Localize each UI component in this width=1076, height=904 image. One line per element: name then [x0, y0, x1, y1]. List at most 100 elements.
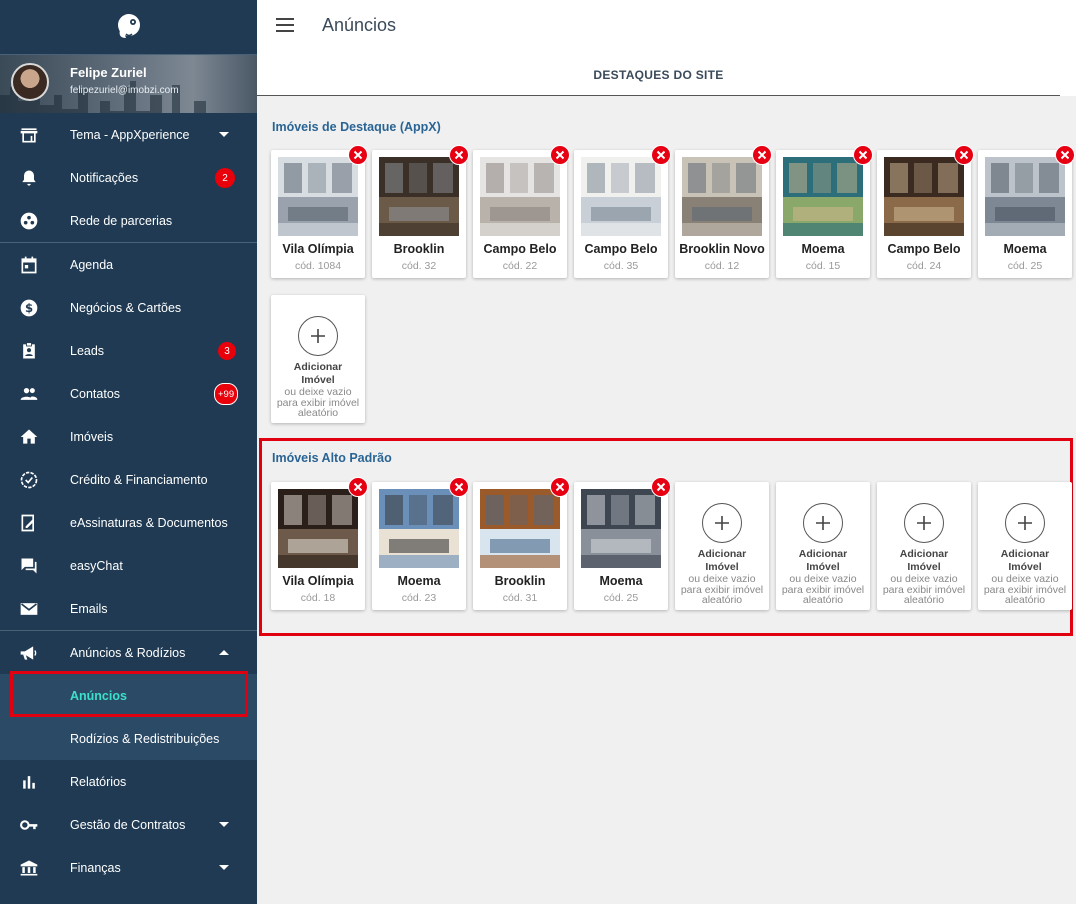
property-card[interactable]: Vila Olímpia cód. 18 [271, 477, 368, 610]
property-card[interactable]: Campo Belo cód. 22 [473, 145, 570, 278]
sidebar-item-leads[interactable]: Leads 3 [0, 329, 257, 372]
sidebar-item-label: Imóveis [70, 429, 114, 444]
property-code: cód. 25 [603, 592, 639, 604]
remove-icon[interactable] [550, 477, 570, 497]
property-card[interactable]: Moema cód. 25 [574, 477, 671, 610]
sidebar-item-label: easyChat [70, 558, 123, 573]
property-code: cód. 23 [401, 592, 437, 604]
chevron-up-icon[interactable] [219, 650, 229, 655]
sidebar-item-easychat[interactable]: easyChat [0, 544, 257, 587]
sidebar-item-label: Finanças [70, 860, 121, 875]
property-photo [480, 157, 560, 236]
sidebar-item-negocios[interactable]: $ Negócios & Cartões [0, 286, 257, 329]
remove-icon[interactable] [449, 145, 469, 165]
property-card[interactable]: Moema cód. 25 [978, 145, 1075, 278]
remove-icon[interactable] [449, 477, 469, 497]
property-name: Vila Olímpia [282, 574, 354, 588]
property-card[interactable]: Vila Olímpia cód. 1084 [271, 145, 368, 278]
logo[interactable] [0, 0, 257, 54]
sidebar-item-notificacoes[interactable]: Notificações 2 [0, 156, 257, 199]
sidebar-subitem-anuncios[interactable]: Anúncios [0, 674, 257, 717]
bank-icon [20, 860, 38, 876]
mail-icon [20, 603, 38, 615]
sidebar-item-label: Tema - AppXperience [70, 127, 190, 142]
add-property-label: Adicionar Imóvel [899, 548, 949, 573]
plus-icon[interactable] [702, 503, 742, 543]
add-property-label: Adicionar Imóvel [798, 548, 848, 573]
property-card[interactable]: Brooklin cód. 31 [473, 477, 570, 610]
property-photo [581, 157, 661, 236]
sidebar-item-rede-parcerias[interactable]: Rede de parcerias [0, 199, 257, 242]
property-name: Moema [599, 574, 643, 588]
avatar[interactable] [11, 63, 49, 101]
property-card[interactable]: Campo Belo cód. 35 [574, 145, 671, 278]
chevron-down-icon[interactable] [219, 822, 229, 827]
sidebar-item-partial[interactable] [0, 889, 257, 904]
property-name: Moema [397, 574, 441, 588]
tab-destaques[interactable]: DESTAQUES DO SITE [257, 68, 1060, 82]
hamburger-menu-icon[interactable] [275, 16, 295, 34]
add-property-hint: ou deixe vazio para exibir imóvel aleató… [882, 573, 966, 606]
sidebar-item-credito[interactable]: Crédito & Financiamento [0, 458, 257, 501]
add-property-card[interactable]: Adicionar Imóvel ou deixe vazio para exib… [776, 482, 870, 610]
remove-icon[interactable] [954, 145, 974, 165]
remove-icon[interactable] [550, 145, 570, 165]
section-title: Imóveis de Destaque (AppX) [272, 120, 441, 134]
add-property-card[interactable]: Adicionar Imóvel ou deixe vazio para exib… [675, 482, 769, 610]
sidebar-subitem-rodizios[interactable]: Rodízios & Redistribuições [0, 717, 257, 760]
remove-icon[interactable] [1055, 145, 1075, 165]
property-name: Campo Belo [584, 242, 658, 256]
property-name: Brooklin Novo [679, 242, 765, 256]
sidebar-item-agenda[interactable]: Agenda [0, 243, 257, 286]
sidebar-item-label: eAssinaturas & Documentos [70, 515, 228, 530]
sidebar-item-financas[interactable]: Finanças [0, 846, 257, 889]
sidebar-item-emails[interactable]: Emails [0, 587, 257, 630]
property-card[interactable]: Brooklin cód. 32 [372, 145, 469, 278]
remove-icon[interactable] [651, 477, 671, 497]
property-photo [379, 157, 459, 236]
add-property-hint: ou deixe vazio para exibir imóvel aleató… [781, 573, 865, 606]
sidebar-item-eassinaturas[interactable]: eAssinaturas & Documentos [0, 501, 257, 544]
add-property-card[interactable]: Adicionar Imóvel ou deixe vazio para exib… [978, 482, 1072, 610]
remove-icon[interactable] [853, 145, 873, 165]
property-name: Vila Olímpia [282, 242, 354, 256]
plus-icon[interactable] [904, 503, 944, 543]
main-content: Anúncios DESTAQUES DO SITE Imóveis de De… [257, 0, 1076, 904]
remove-icon[interactable] [348, 145, 368, 165]
plus-icon[interactable] [803, 503, 843, 543]
sidebar-subitem-label: Rodízios & Redistribuições [70, 731, 220, 746]
remove-icon[interactable] [348, 477, 368, 497]
sidebar-subitem-label: Anúncios [70, 688, 127, 703]
chevron-down-icon[interactable] [219, 865, 229, 870]
remove-icon[interactable] [651, 145, 671, 165]
sidebar-item-tema[interactable]: Tema - AppXperience [0, 113, 257, 156]
add-property-hint: ou deixe vazio para exibir imóvel aleató… [983, 573, 1067, 606]
people-icon [20, 388, 38, 400]
sidebar-item-imoveis[interactable]: Imóveis [0, 415, 257, 458]
store-icon [20, 128, 38, 143]
chevron-down-icon[interactable] [219, 132, 229, 137]
sidebar-item-label: Crédito & Financiamento [70, 472, 208, 487]
svg-text:$: $ [25, 301, 33, 315]
sidebar-item-contratos[interactable]: Gestão de Contratos [0, 803, 257, 846]
user-profile[interactable]: Felipe Zuriel felipezuriel@imobzi.com [0, 55, 257, 113]
sidebar-item-anuncios-rodizios[interactable]: Anúncios & Rodízios [0, 631, 257, 674]
property-card[interactable]: Moema cód. 15 [776, 145, 873, 278]
add-property-hint: ou deixe vazio para exibir imóvel aleató… [276, 386, 360, 419]
property-card[interactable]: Moema cód. 23 [372, 477, 469, 610]
clipboard-user-icon [23, 342, 35, 359]
add-property-label: Adicionar Imóvel [697, 548, 747, 573]
sidebar-item-contatos[interactable]: Contatos +99 [0, 372, 257, 415]
property-card[interactable]: Campo Belo cód. 24 [877, 145, 974, 278]
add-property-card[interactable]: Adicionar Imóvel ou deixe vazio para exib… [877, 482, 971, 610]
sign-document-icon [21, 514, 34, 532]
page-title: Anúncios [322, 15, 397, 35]
property-name: Campo Belo [483, 242, 557, 256]
plus-icon[interactable] [1005, 503, 1045, 543]
property-card[interactable]: Brooklin Novo cód. 12 [675, 145, 772, 278]
remove-icon[interactable] [752, 145, 772, 165]
add-property-card[interactable]: Adicionar Imóvel ou deixe vazio para exib… [271, 295, 365, 423]
sidebar-item-relatorios[interactable]: Relatórios [0, 760, 257, 803]
sidebar-item-label: Leads [70, 343, 105, 358]
plus-icon[interactable] [298, 316, 338, 356]
